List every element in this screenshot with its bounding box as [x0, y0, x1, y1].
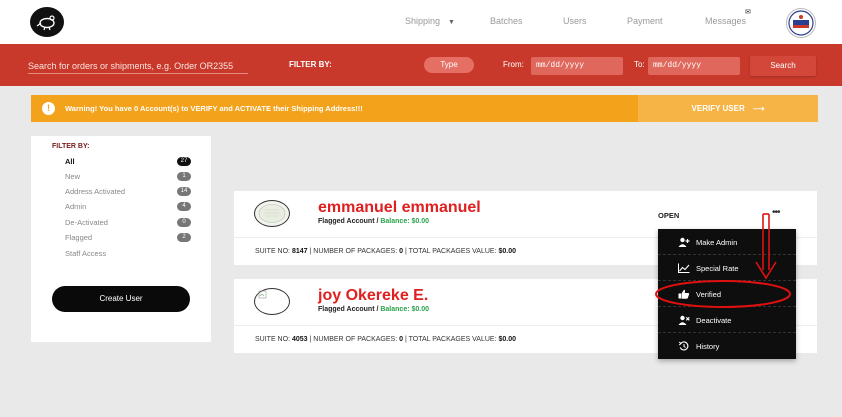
menu-item-label: Deactivate [696, 316, 732, 325]
filter-item-label: Flagged [65, 233, 93, 242]
filter-item-label: New [65, 172, 81, 181]
suite-label: SUITE NO: [255, 336, 291, 343]
bird-logo-icon [36, 15, 55, 31]
suite-number: 8147 [291, 248, 308, 255]
more-options-icon[interactable]: ••• [772, 207, 780, 218]
nav-payment[interactable]: Payment [627, 16, 663, 26]
suite-label: SUITE NO: [255, 248, 291, 255]
create-user-button[interactable]: Create User [52, 286, 190, 312]
menu-item-label: Make Admin [696, 238, 738, 247]
filter-item-label: Admin [65, 202, 87, 211]
search-input[interactable] [28, 58, 248, 74]
menu-item-deactivate[interactable]: Deactivate [658, 307, 796, 333]
user-actions-menu: Make Admin Special Rate Verified Deactiv… [658, 229, 796, 359]
packages-count: 0 [399, 336, 404, 343]
filter-item-staff-access[interactable]: Staff Access [65, 249, 191, 260]
filter-item-all[interactable]: All 27 [65, 157, 191, 168]
filter-count-badge: 14 [177, 187, 191, 196]
filter-item-de-activated[interactable]: De-Activated 0 [65, 218, 191, 229]
logo[interactable] [30, 7, 64, 37]
chart-line-icon [678, 263, 690, 273]
menu-item-special-rate[interactable]: Special Rate [658, 255, 796, 281]
verify-user-label: VERIFY USER [691, 104, 745, 113]
packages-value: $0.00 [498, 248, 517, 255]
filter-count-badge: 2 [177, 233, 191, 242]
to-date-input[interactable]: mm/dd/yyyy [648, 57, 740, 75]
search-button[interactable]: Search [750, 56, 816, 76]
top-navigation: Shipping ▼ Batches Users Payment Messages… [0, 0, 842, 44]
filter-count-badge: 1 [177, 172, 191, 181]
nav-messages[interactable]: Messages [705, 16, 746, 26]
nav-batches[interactable]: Batches [490, 16, 523, 26]
warning-text: Warning! You have 0 Account(s) to VERIFY… [65, 104, 363, 113]
filter-count-badge: 27 [177, 157, 191, 166]
balance-text: Balance: $0.00 [380, 306, 430, 313]
filter-item-label: De-Activated [65, 218, 108, 227]
menu-item-make-admin[interactable]: Make Admin [658, 229, 796, 255]
profile-badge-icon [788, 10, 814, 36]
account-flag: Flagged Account / Balance: $0.00 [318, 218, 429, 225]
filter-item-admin[interactable]: Admin 4 [65, 202, 191, 213]
avatar[interactable] [254, 200, 290, 227]
exclamation-icon: ! [42, 102, 55, 115]
avatar[interactable] [254, 288, 290, 315]
from-label: From: [503, 60, 524, 69]
menu-item-verified[interactable]: Verified [658, 281, 796, 307]
nav-shipping-label: Shipping [405, 16, 441, 26]
to-label: To: [634, 60, 645, 69]
account-flag: Flagged Account / Balance: $0.00 [318, 306, 429, 313]
packages-label: | NUMBER OF PACKAGES: [309, 248, 398, 255]
flag-text: Flagged Account / [318, 306, 381, 313]
user-name[interactable]: joy Okereke E. [318, 287, 428, 305]
flag-text: Flagged Account / [318, 218, 381, 225]
filter-item-label: Staff Access [65, 249, 107, 258]
menu-item-label: History [696, 342, 720, 351]
balance-text: Balance: $0.00 [380, 218, 430, 225]
packages-label: | NUMBER OF PACKAGES: [309, 336, 398, 343]
status-badge: OPEN [658, 211, 680, 220]
filter-count-badge: 4 [177, 202, 191, 211]
filter-item-label: All [65, 157, 75, 166]
filter-panel: FILTER BY: All 27 New 1 Address Activate… [31, 136, 211, 342]
avatar-image-icon [258, 204, 286, 223]
broken-image-icon [258, 290, 267, 299]
arrow-right-icon: ⟶ [752, 104, 765, 113]
verify-user-button[interactable]: VERIFY USER ⟶ [638, 95, 818, 122]
filter-item-address-activated[interactable]: Address Activated 14 [65, 187, 191, 198]
caret-down-icon: ▼ [448, 19, 455, 26]
filter-item-label: Address Activated [65, 187, 126, 196]
history-icon [678, 341, 689, 351]
packages-count: 0 [399, 248, 404, 255]
packages-value: $0.00 [498, 336, 517, 343]
warning-banner: ! Warning! You have 0 Account(s) to VERI… [31, 95, 818, 122]
filter-count-badge: 0 [177, 218, 191, 227]
suite-number: 4053 [291, 336, 308, 343]
menu-item-label: Special Rate [696, 264, 739, 273]
type-filter-button[interactable]: Type [424, 57, 474, 73]
envelope-icon: ✉ [745, 9, 751, 16]
nav-shipping[interactable]: Shipping ▼ [405, 16, 455, 26]
thumbs-up-icon [678, 289, 690, 299]
filter-by-label: FILTER BY: [289, 60, 332, 69]
menu-item-label: Verified [696, 290, 722, 299]
user-card-info: SUITE NO: 4053 | NUMBER OF PACKAGES: 0 |… [255, 336, 516, 343]
user-name[interactable]: emmanuel emmanuel [318, 199, 481, 217]
search-filter-bar: FILTER BY: Type From: mm/dd/yyyy To: mm/… [0, 44, 842, 86]
user-times-icon [678, 315, 690, 325]
value-label: | TOTAL PACKAGES VALUE: [404, 336, 497, 343]
user-plus-icon [678, 237, 690, 247]
filter-panel-title: FILTER BY: [52, 143, 90, 150]
filter-item-flagged[interactable]: Flagged 2 [65, 233, 191, 244]
value-label: | TOTAL PACKAGES VALUE: [404, 248, 497, 255]
nav-users[interactable]: Users [563, 16, 587, 26]
profile-avatar[interactable] [786, 8, 816, 38]
from-date-input[interactable]: mm/dd/yyyy [531, 57, 623, 75]
menu-item-history[interactable]: History [658, 333, 796, 359]
user-card-info: SUITE NO: 8147 | NUMBER OF PACKAGES: 0 |… [255, 248, 516, 255]
filter-item-new[interactable]: New 1 [65, 172, 191, 183]
